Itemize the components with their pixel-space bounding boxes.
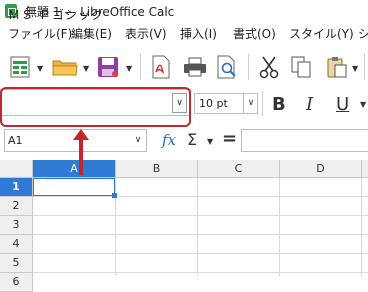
function-wizard-icon[interactable]: fx <box>162 131 176 149</box>
formula-icon[interactable]: = <box>222 128 237 149</box>
sum-icon[interactable]: Σ <box>187 130 197 149</box>
sum-dropdown-icon[interactable]: ▼ <box>207 137 213 146</box>
name-box-value[interactable]: A1 <box>8 134 23 147</box>
new-spreadsheet-icon[interactable] <box>10 56 30 78</box>
toolbar-separator <box>364 54 365 80</box>
menu-view[interactable]: 表示(V) <box>125 25 167 42</box>
row-header-2[interactable]: 2 <box>0 197 33 216</box>
row-header-3[interactable]: 3 <box>0 216 33 235</box>
cut-icon[interactable] <box>258 55 280 79</box>
copy-icon[interactable] <box>290 55 312 79</box>
font-name-input[interactable]: ＭＳ Ｐゴシック <box>8 6 104 23</box>
annotation-arrow <box>73 129 89 175</box>
open-folder-icon[interactable] <box>52 58 78 76</box>
menu-styles[interactable]: スタイル(Y) <box>289 25 354 42</box>
formula-input[interactable] <box>241 129 368 152</box>
print-preview-icon[interactable] <box>216 55 238 79</box>
toolbar-separator <box>140 54 141 80</box>
standard-toolbar: ▼ ▼ ▼ ▼ <box>0 48 368 86</box>
selected-cell-a1[interactable] <box>33 178 115 196</box>
fill-handle[interactable] <box>112 193 117 198</box>
column-header-b[interactable]: B <box>116 160 198 178</box>
grid-line <box>279 178 280 276</box>
column-header-e[interactable] <box>362 160 368 178</box>
name-box-dropdown-icon[interactable]: ∨ <box>130 130 146 151</box>
grid-line <box>33 196 368 197</box>
grid-line <box>361 178 362 276</box>
column-header-d[interactable]: D <box>280 160 362 178</box>
underline-dropdown-icon[interactable]: ▼ <box>360 100 366 109</box>
paste-dropdown-icon[interactable]: ▼ <box>352 64 358 73</box>
underline-button[interactable]: U <box>336 94 349 115</box>
spreadsheet-grid: A B C D 1 2 3 4 5 6 <box>0 160 368 292</box>
menu-sheet[interactable]: シ <box>358 25 368 42</box>
save-dropdown-icon[interactable]: ▼ <box>126 64 132 73</box>
column-header-c[interactable]: C <box>198 160 280 178</box>
toolbar-separator <box>248 54 249 80</box>
row-header-1[interactable]: 1 <box>0 178 33 197</box>
toolbar-separator <box>262 92 263 116</box>
grid-line <box>33 272 368 273</box>
grid-line <box>33 253 368 254</box>
font-size-input[interactable]: 10 pt <box>199 97 228 110</box>
menu-edit[interactable]: 編集(E) <box>71 25 112 42</box>
font-size-dropdown-icon[interactable]: ∨ <box>243 94 258 113</box>
italic-button[interactable]: I <box>306 94 313 115</box>
grid-line <box>33 215 368 216</box>
paste-icon[interactable] <box>326 56 348 78</box>
save-icon[interactable] <box>97 56 119 78</box>
new-dropdown-icon[interactable]: ▼ <box>37 64 43 73</box>
export-pdf-icon[interactable] <box>151 55 171 79</box>
grid-line <box>33 234 368 235</box>
grid-line <box>197 178 198 276</box>
menu-insert[interactable]: 挿入(I) <box>180 25 217 42</box>
bold-button[interactable]: B <box>272 94 286 115</box>
row-header-4[interactable]: 4 <box>0 235 33 254</box>
select-all-corner[interactable] <box>0 160 33 178</box>
open-dropdown-icon[interactable]: ▼ <box>83 64 89 73</box>
menu-format[interactable]: 書式(O) <box>233 25 276 42</box>
print-icon[interactable] <box>183 57 207 77</box>
font-name-highlight <box>0 87 191 127</box>
menu-bar: ファイル(F) 編集(E) 表示(V) 挿入(I) 書式(O) スタイル(Y) … <box>0 24 368 44</box>
row-header-5[interactable]: 5 <box>0 254 33 273</box>
menu-file[interactable]: ファイル(F) <box>8 25 72 42</box>
